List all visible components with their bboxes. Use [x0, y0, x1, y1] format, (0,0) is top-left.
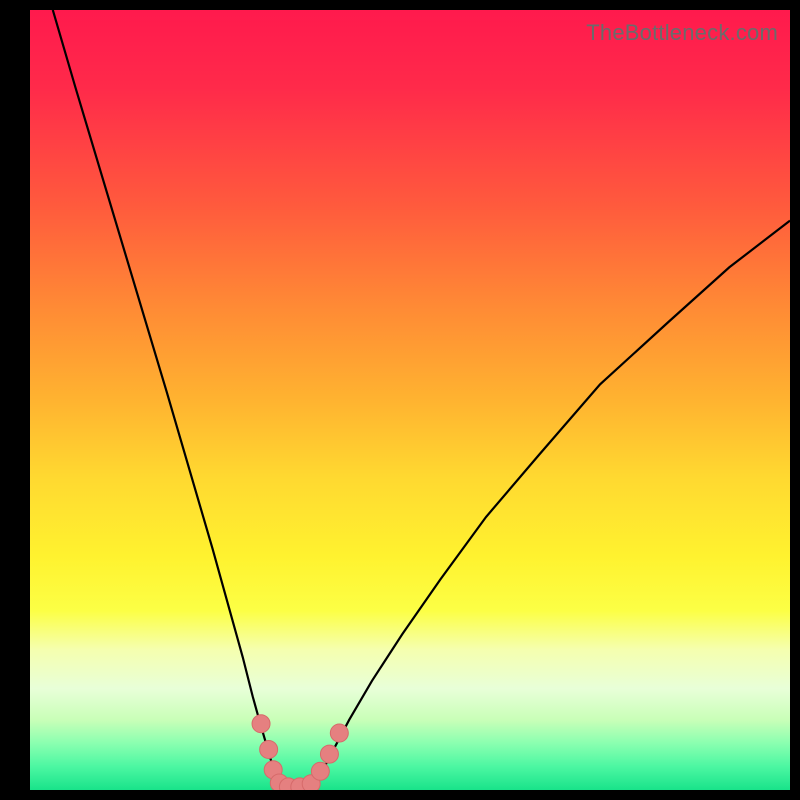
curve-left — [53, 10, 281, 785]
bead-marker — [260, 740, 278, 758]
chart-frame: TheBottleneck.com — [30, 10, 790, 790]
bead-marker — [311, 762, 329, 780]
watermark-text: TheBottleneck.com — [586, 20, 778, 46]
bead-marker — [252, 715, 270, 733]
curve-right — [315, 221, 790, 785]
bead-marker — [320, 745, 338, 763]
bead-marker — [330, 724, 348, 742]
chart-svg — [30, 10, 790, 790]
